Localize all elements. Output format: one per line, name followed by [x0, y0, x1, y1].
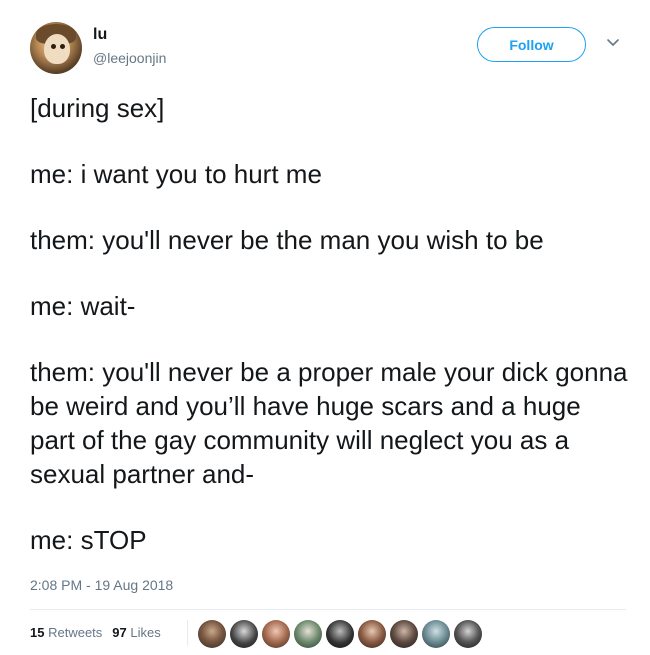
liker-avatar[interactable]: [262, 620, 290, 648]
tweet-paragraph: me: i want you to hurt me: [30, 159, 322, 189]
chevron-down-icon[interactable]: [606, 38, 620, 48]
liker-avatar[interactable]: [390, 620, 418, 648]
author-avatar[interactable]: [30, 22, 82, 74]
likes-stat[interactable]: 97 Likes: [112, 625, 160, 640]
tweet-paragraph: them: you'll never be a proper male your…: [30, 357, 628, 489]
retweets-stat[interactable]: 15 Retweets: [30, 625, 102, 640]
tweet-paragraph: them: you'll never be the man you wish t…: [30, 225, 544, 255]
tweet-paragraph: me: sTOP: [30, 525, 147, 555]
retweets-label: Retweets: [48, 625, 103, 640]
likes-count: 97: [112, 625, 127, 640]
divider: [30, 609, 626, 610]
tweet-timestamp[interactable]: 2:08 PM - 19 Aug 2018: [30, 577, 173, 593]
tweet-paragraph: [during sex]: [30, 93, 165, 123]
tweet-card: lu @leejoonjin Follow [during sex] me: i…: [0, 0, 650, 655]
avatar-eye: [60, 44, 65, 49]
liker-avatar[interactable]: [198, 620, 226, 648]
retweets-count: 15: [30, 625, 45, 640]
follow-button[interactable]: Follow: [477, 27, 586, 62]
tweet-stats: 15 Retweets 97 Likes: [30, 625, 161, 640]
likes-label: Likes: [130, 625, 161, 640]
avatar-face: [44, 34, 70, 64]
avatar-eye: [51, 44, 56, 49]
liker-avatar[interactable]: [326, 620, 354, 648]
author-name[interactable]: lu: [93, 26, 107, 44]
liker-avatar[interactable]: [454, 620, 482, 648]
liker-avatar[interactable]: [422, 620, 450, 648]
stats-separator: [187, 620, 188, 646]
liker-avatar[interactable]: [294, 620, 322, 648]
liker-avatar[interactable]: [358, 620, 386, 648]
liker-avatar[interactable]: [230, 620, 258, 648]
author-handle[interactable]: @leejoonjin: [93, 50, 166, 66]
liker-avatars: [198, 620, 482, 648]
tweet-text: [during sex] me: i want you to hurt me t…: [30, 91, 630, 589]
tweet-paragraph: me: wait-: [30, 291, 136, 321]
